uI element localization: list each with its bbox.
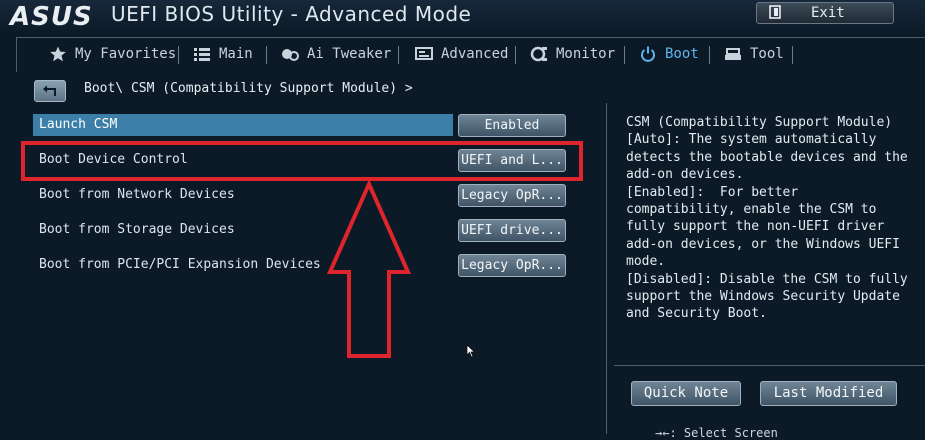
tab-label: Monitor (556, 46, 616, 62)
exit-button[interactable]: Exit (756, 2, 894, 24)
launch-csm-value-button[interactable]: Enabled (458, 114, 566, 137)
key-hint-cut: →←: Select Screen (655, 426, 778, 440)
panel-divider (606, 103, 607, 434)
boot-network-value-button[interactable]: Legacy OpR... (458, 184, 566, 207)
star-icon (50, 46, 66, 62)
app-title: UEFI BIOS Utility - Advanced Mode (111, 2, 472, 26)
tab-separator (515, 46, 516, 64)
tab-label: Boot (665, 46, 699, 62)
setting-label: Boot from PCIe/PCI Expansion Devices (39, 257, 321, 272)
setting-row-launch-csm[interactable]: Launch CSM (33, 114, 453, 136)
back-button[interactable] (34, 80, 66, 102)
title-bar: ASUS UEFI BIOS Utility - Advanced Mode E… (0, 0, 925, 32)
tab-label: Main (219, 46, 253, 62)
advanced-icon (415, 47, 433, 60)
last-modified-button[interactable]: Last Modified (760, 381, 897, 406)
asus-logo: ASUS (10, 2, 93, 32)
setting-label: Boot from Network Devices (39, 187, 235, 202)
mouse-cursor-icon (466, 344, 476, 358)
monitor-icon (530, 46, 547, 62)
tab-separator (266, 46, 267, 64)
breadcrumb: Boot\ CSM (Compatibility Support Module)… (84, 81, 413, 96)
exit-label: Exit (811, 5, 845, 21)
main-tabs: My Favorites Main Ai Tweaker Advanced Mo… (16, 37, 925, 72)
tool-icon (725, 48, 741, 60)
boot-pcie-value-button[interactable]: Legacy OpR... (458, 254, 566, 277)
boot-storage-value-button[interactable]: UEFI drive... (458, 219, 566, 242)
exit-door-icon (769, 5, 781, 19)
panel-horizontal-divider (614, 365, 925, 366)
tab-label: My Favorites (75, 46, 177, 62)
back-arrow-icon (43, 85, 56, 96)
power-icon (641, 46, 655, 62)
tab-label: Ai Tweaker (307, 46, 392, 62)
help-description: CSM (Compatibility Support Module) [Auto… (626, 115, 908, 322)
tab-separator (624, 46, 625, 64)
setting-label: Launch CSM (39, 117, 118, 132)
highlight-box-annotation (21, 141, 583, 181)
tab-separator (792, 46, 793, 64)
tab-label: Advanced (441, 46, 509, 62)
tab-label: Tool (750, 46, 784, 62)
tweaker-icon (282, 49, 299, 61)
tab-separator (178, 46, 179, 64)
up-arrow-annotation (326, 180, 412, 358)
tab-separator (398, 46, 399, 64)
quick-note-button[interactable]: Quick Note (631, 381, 741, 406)
setting-label: Boot from Storage Devices (39, 222, 235, 237)
tab-separator (709, 46, 710, 64)
list-icon (194, 48, 210, 61)
